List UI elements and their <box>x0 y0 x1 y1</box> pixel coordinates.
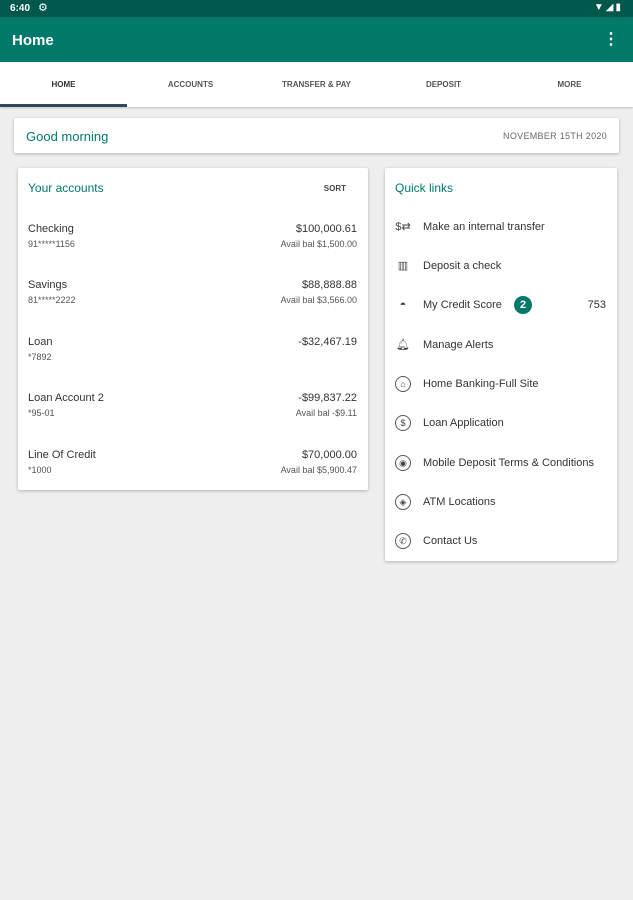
status-time: 6:40 <box>10 3 31 14</box>
tab-transfer-pay[interactable]: TRANSFER & PAY <box>253 62 380 107</box>
quick-link-label: Deposit a check <box>423 260 502 272</box>
account-available: Avail bal -$9.11 <box>295 408 357 418</box>
overflow-menu-icon[interactable]: ⋮ <box>603 29 619 49</box>
quick-link-atm-locations[interactable]: ◈ ATM Locations <box>385 487 617 517</box>
quick-link-label: My Credit Score <box>423 299 502 311</box>
quick-link-label: ATM Locations <box>423 496 496 508</box>
account-row-checking[interactable]: Checking 91*****1156 $100,000.61 Avail b… <box>18 223 368 263</box>
quick-link-loan-application[interactable]: $ Loan Application <box>385 408 617 438</box>
account-balance: $88,888.88 <box>301 279 357 291</box>
quick-link-manage-alerts[interactable]: 🔔︎ Manage Alerts <box>385 330 617 360</box>
quick-links-card: Quick links $⇄ Make an internal transfer… <box>385 168 617 561</box>
bell-icon: 🔔︎ <box>396 339 410 351</box>
sort-button[interactable]: SORT <box>324 184 346 193</box>
quick-link-label: Loan Application <box>423 417 504 429</box>
greeting-text: Good morning <box>26 129 109 144</box>
page-title: Home <box>12 32 54 49</box>
account-available: Avail bal $5,900.47 <box>280 465 357 475</box>
quick-link-label: Home Banking-Full Site <box>423 378 539 390</box>
account-name: Line Of Credit <box>28 449 96 461</box>
settings-gear-icon: ⚙ <box>38 2 48 14</box>
quick-link-home-banking[interactable]: ⌂ Home Banking-Full Site <box>385 369 617 399</box>
account-row-line-of-credit[interactable]: Line Of Credit *1000 $70,000.00 Avail ba… <box>18 449 368 489</box>
tab-bar: HOME ACCOUNTS TRANSFER & PAY DEPOSIT MOR… <box>0 62 633 107</box>
check-deposit-icon: ▥ <box>397 260 409 272</box>
tab-deposit[interactable]: DEPOSIT <box>380 62 507 107</box>
greeting-card: Good morning NOVEMBER 15TH 2020 <box>14 118 619 153</box>
account-available: Avail bal $3,566.00 <box>280 295 357 305</box>
account-name: Savings <box>28 279 68 291</box>
notification-badge: 2 <box>514 296 532 314</box>
accounts-title: Your accounts <box>28 181 104 195</box>
account-row-loan[interactable]: Loan *7892 -$32,467.19 <box>18 336 368 376</box>
account-number: 91*****1156 <box>28 239 75 249</box>
account-name: Checking <box>28 223 74 235</box>
quick-link-label: Mobile Deposit Terms & Conditions <box>423 457 594 469</box>
account-name: Loan Account 2 <box>28 392 104 404</box>
status-bar: 6:40 ⚙ ▼◢▮ <box>0 0 633 17</box>
quick-link-internal-transfer[interactable]: $⇄ Make an internal transfer <box>385 212 617 242</box>
accounts-card: Your accounts SORT Checking 91*****1156 … <box>18 168 368 490</box>
credit-score-value: 753 <box>587 299 606 311</box>
tab-home[interactable]: HOME <box>0 62 127 107</box>
account-balance: -$99,837.22 <box>298 392 357 404</box>
quick-link-label: Make an internal transfer <box>423 221 545 233</box>
account-balance: -$32,467.19 <box>298 336 357 348</box>
phone-icon: ✆ <box>395 533 411 549</box>
gauge-icon: ◓ <box>399 299 407 311</box>
account-row-loan-account-2[interactable]: Loan Account 2 *95-01 -$99,837.22 Avail … <box>18 392 368 432</box>
account-number: *95-01 <box>28 408 55 418</box>
app-bar: Home ⋮ <box>0 17 633 62</box>
quick-link-contact-us[interactable]: ✆ Contact Us <box>385 526 617 556</box>
quick-link-label: Contact Us <box>423 535 478 547</box>
quick-links-title: Quick links <box>395 181 454 195</box>
tab-accounts[interactable]: ACCOUNTS <box>127 62 254 107</box>
account-balance: $100,000.61 <box>295 223 357 235</box>
account-available: Avail bal $1,500.00 <box>280 239 357 249</box>
account-number: *1000 <box>28 465 52 475</box>
eye-icon: ◉ <box>395 455 411 471</box>
account-row-savings[interactable]: Savings 81*****2222 $88,888.88 Avail bal… <box>18 279 368 319</box>
account-number: 81*****2222 <box>28 295 76 305</box>
transfer-icon: $⇄ <box>395 221 411 233</box>
account-name: Loan <box>28 336 53 348</box>
account-number: *7892 <box>28 352 52 362</box>
account-balance: $70,000.00 <box>301 449 357 461</box>
quick-link-label: Manage Alerts <box>423 339 494 351</box>
quick-link-mobile-deposit-terms[interactable]: ◉ Mobile Deposit Terms & Conditions <box>385 448 617 478</box>
location-icon: ◈ <box>395 494 411 510</box>
system-status-icons: ▼◢▮ <box>593 2 623 13</box>
quick-link-deposit-check[interactable]: ▥ Deposit a check <box>385 251 617 281</box>
quick-link-credit-score[interactable]: ◓ My Credit Score 2 753 <box>385 290 617 320</box>
tab-more[interactable]: MORE <box>506 62 633 107</box>
greeting-date: NOVEMBER 15TH 2020 <box>503 131 607 141</box>
dollar-icon: $ <box>395 415 411 431</box>
bank-icon: ⌂ <box>395 376 411 392</box>
